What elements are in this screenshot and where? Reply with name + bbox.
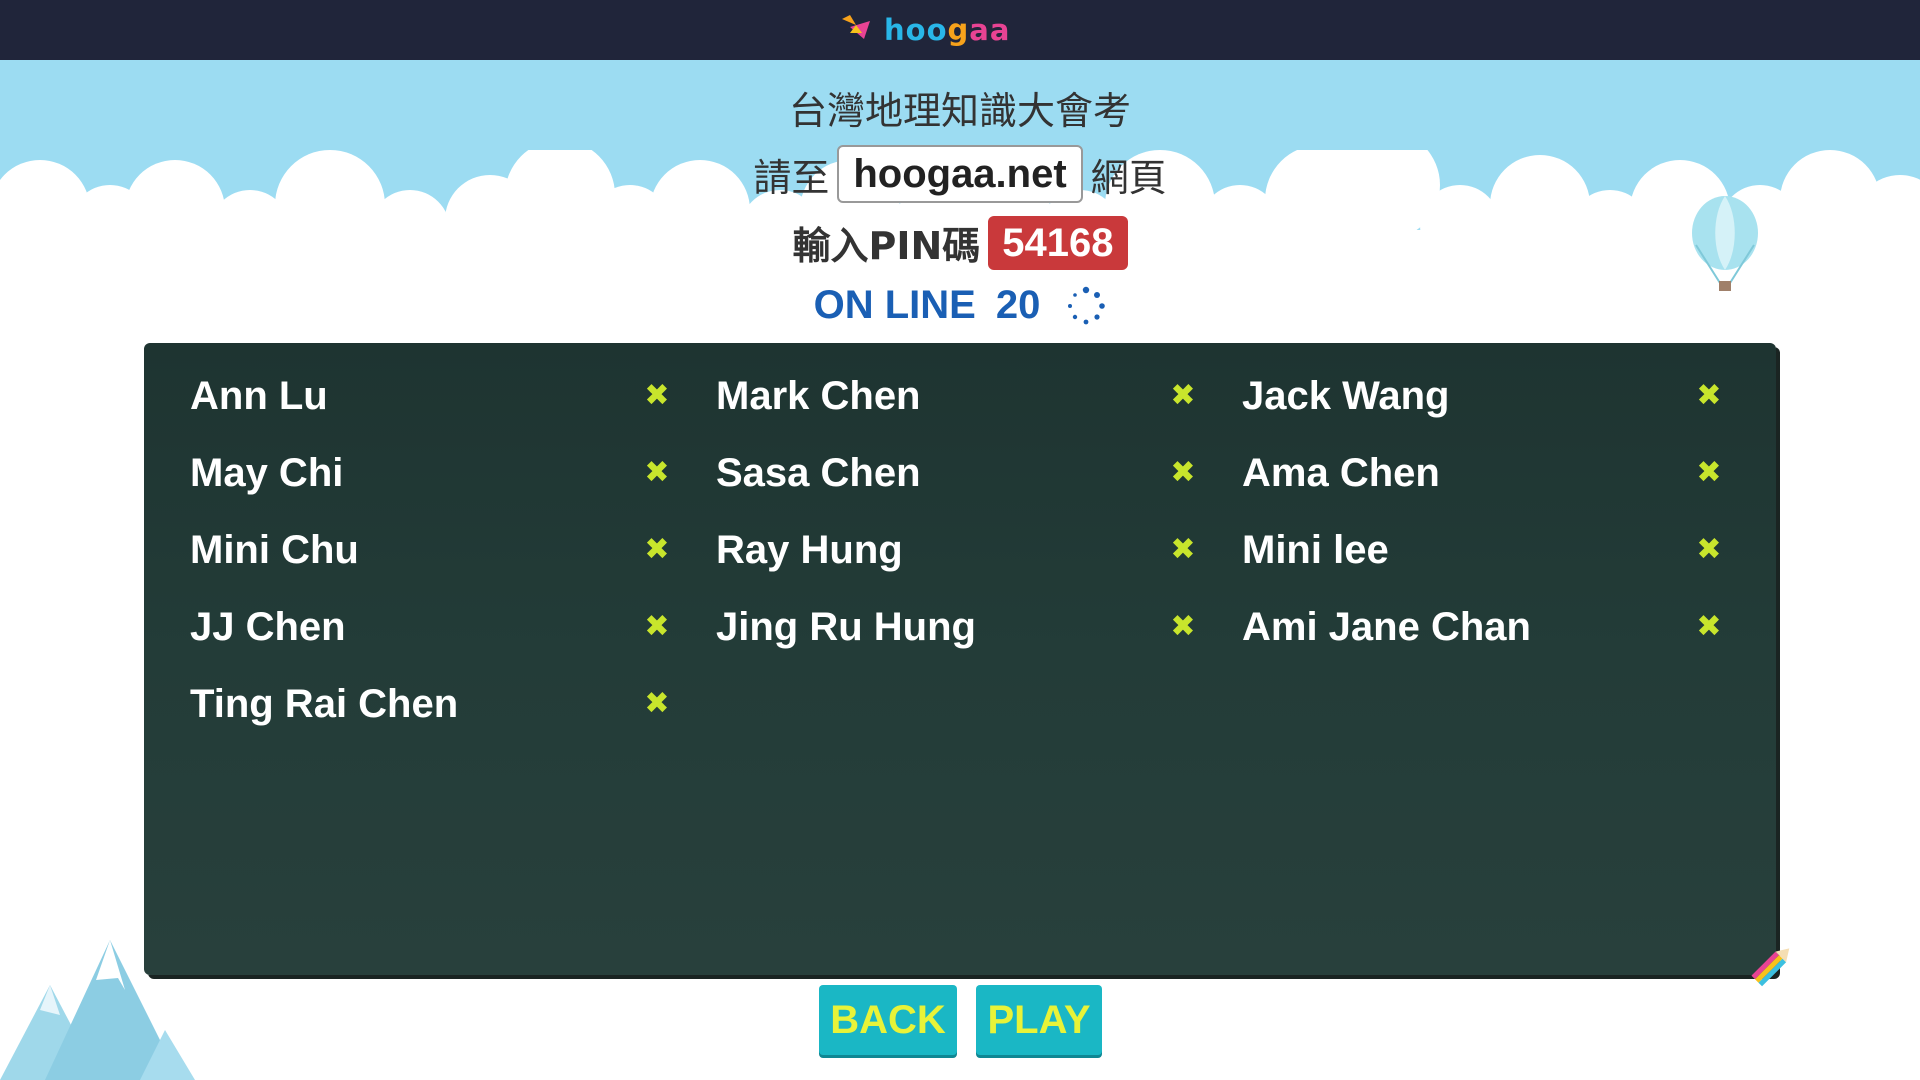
player-name: Mark Chen (716, 374, 921, 418)
logo-text-part: aa (969, 13, 1011, 47)
online-count: 20 (995, 283, 1041, 327)
logo-text-part: g (947, 13, 970, 47)
player-item: Ann Lu ✖ (190, 371, 716, 448)
remove-player-icon[interactable]: ✖ (642, 458, 672, 488)
player-name: Ann Lu (190, 374, 328, 418)
online-status: ON LINE 20 (0, 283, 1920, 328)
player-item: Ami Jane Chan ✖ (1242, 602, 1768, 679)
logo-text-part: hoo (884, 13, 948, 47)
player-item: Jack Wang ✖ (1242, 371, 1768, 448)
player-name: Ting Rai Chen (190, 682, 459, 726)
player-item: Jing Ru Hung ✖ (716, 602, 1242, 679)
player-name: Mini Chu (190, 528, 359, 572)
remove-player-icon[interactable]: ✖ (1694, 612, 1724, 642)
remove-player-icon[interactable]: ✖ (642, 612, 672, 642)
player-name: Jing Ru Hung (716, 605, 976, 649)
remove-player-icon[interactable]: ✖ (1168, 612, 1198, 642)
player-name: May Chi (190, 451, 344, 495)
player-name: Sasa Chen (716, 451, 921, 495)
player-name: Jack Wang (1242, 374, 1450, 418)
player-name: Ray Hung (716, 528, 903, 572)
back-button[interactable]: BACK (819, 985, 957, 1055)
player-item: Mini lee ✖ (1242, 525, 1768, 602)
remove-player-icon[interactable]: ✖ (1168, 535, 1198, 565)
player-name: Mini lee (1242, 528, 1389, 572)
join-instruction: 請至 hoogaa.net 網頁 (0, 145, 1920, 203)
player-item: Ray Hung ✖ (716, 525, 1242, 602)
remove-player-icon[interactable]: ✖ (642, 535, 672, 565)
player-item: Ting Rai Chen ✖ (190, 679, 716, 756)
player-item: Mini Chu ✖ (190, 525, 716, 602)
remove-player-icon[interactable]: ✖ (1168, 458, 1198, 488)
hoogaa-logo[interactable]: hoogaa (840, 10, 1010, 50)
loading-spinner-icon (1068, 286, 1106, 324)
remove-player-icon[interactable]: ✖ (642, 689, 672, 719)
player-item: Sasa Chen ✖ (716, 448, 1242, 525)
remove-player-icon[interactable]: ✖ (1694, 535, 1724, 565)
pin-label: 輸入PIN碼 (792, 224, 981, 268)
player-item: Ama Chen ✖ (1242, 448, 1768, 525)
remove-player-icon[interactable]: ✖ (1694, 458, 1724, 488)
player-name: Ama Chen (1242, 451, 1440, 495)
site-url-box: hoogaa.net (837, 145, 1083, 203)
logo-text: hoogaa (884, 13, 1010, 47)
online-label: ON LINE (813, 283, 976, 327)
bird-logo-icon (842, 15, 870, 39)
player-item: JJ Chen ✖ (190, 602, 716, 679)
remove-player-icon[interactable]: ✖ (1694, 381, 1724, 411)
player-board: Ann Lu ✖ Mark Chen ✖ Jack Wang ✖ May Chi ✖ Sasa … (144, 343, 1776, 975)
goto-suffix: 網頁 (1090, 155, 1167, 200)
pin-code-badge: 54168 (988, 215, 1128, 270)
player-name: JJ Chen (190, 605, 346, 649)
player-list: Ann Lu ✖ Mark Chen ✖ Jack Wang ✖ May Chi ✖ Sasa … (190, 371, 1770, 756)
remove-player-icon[interactable]: ✖ (1168, 381, 1198, 411)
quiz-title: 台灣地理知識大會考 (788, 89, 1131, 133)
play-button[interactable]: PLAY (976, 985, 1102, 1055)
remove-player-icon[interactable]: ✖ (642, 381, 672, 411)
player-item: Mark Chen ✖ (716, 371, 1242, 448)
mountains-decoration (0, 940, 195, 1080)
player-name: Ami Jane Chan (1242, 605, 1531, 649)
goto-prefix: 請至 (753, 155, 830, 200)
pencil-icon (1751, 948, 1790, 987)
pin-row: 輸入PIN碼 54168 (0, 215, 1920, 270)
top-navbar: hoogaa (0, 0, 1920, 60)
player-item: May Chi ✖ (190, 448, 716, 525)
